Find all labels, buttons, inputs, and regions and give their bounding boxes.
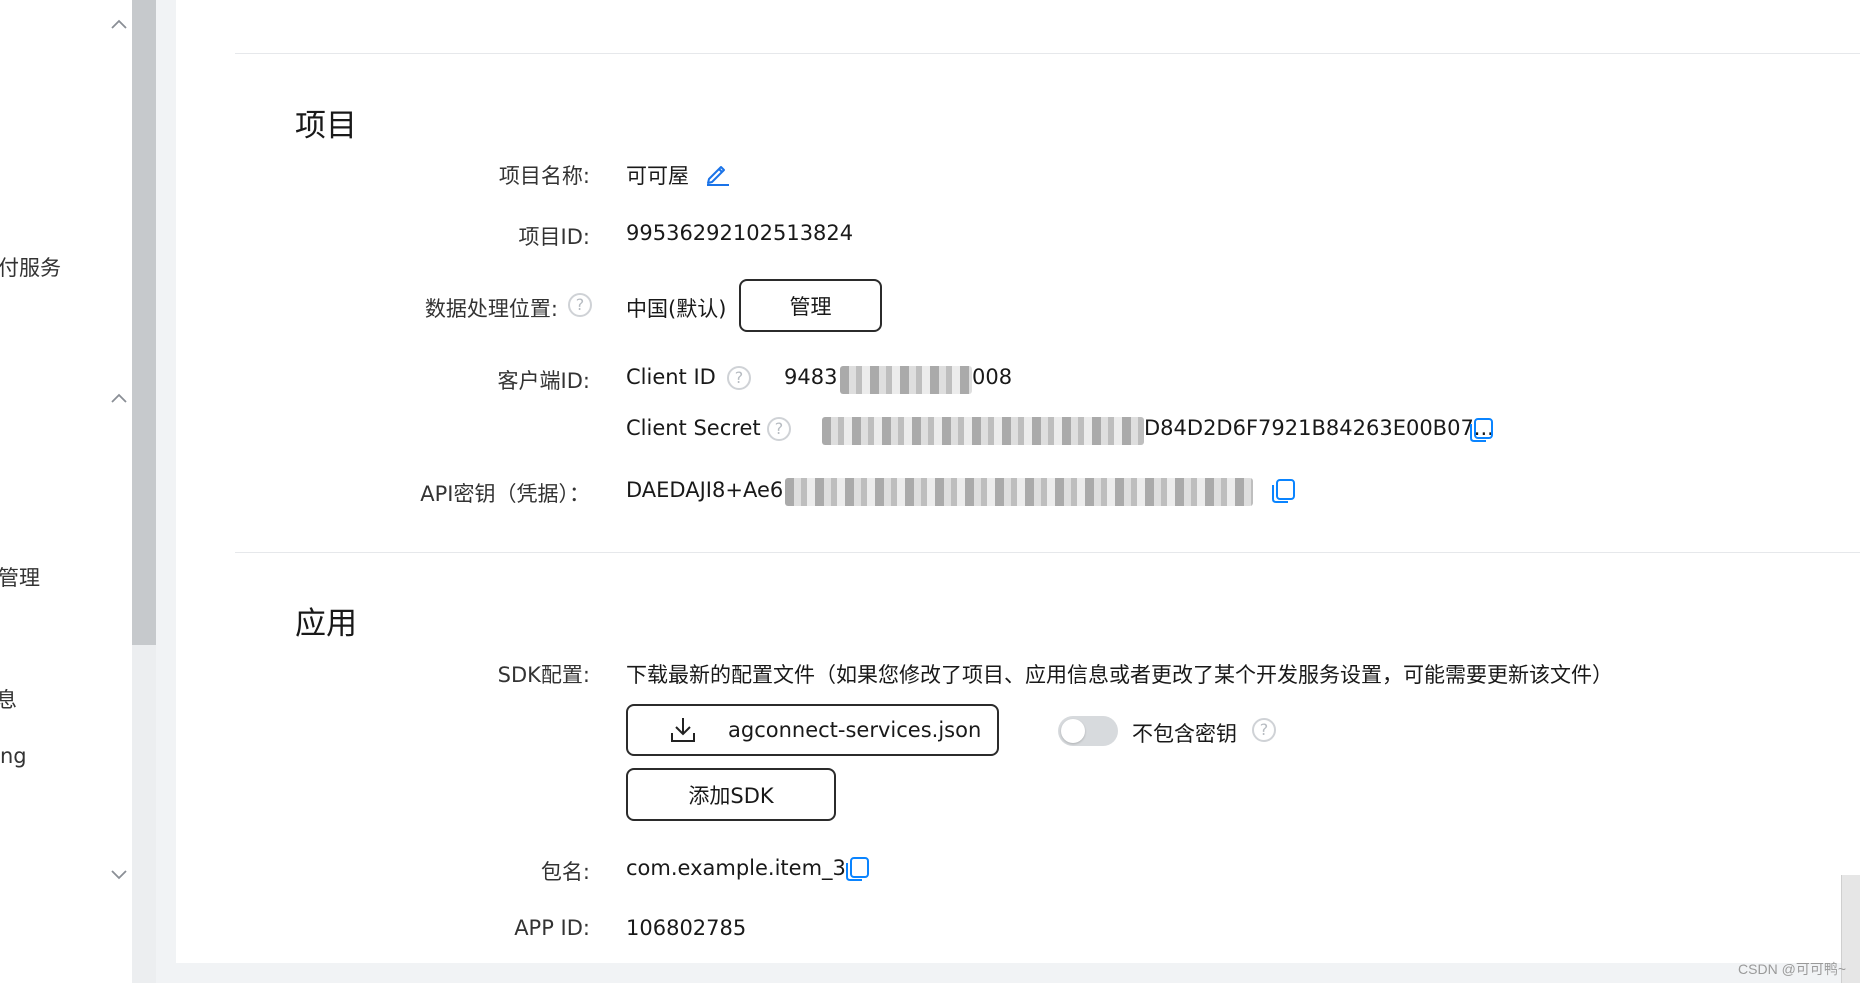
help-icon[interactable]: ? — [568, 293, 592, 317]
sidebar-item-ng[interactable]: ng — [0, 744, 27, 768]
section-title-app: 应用 — [295, 606, 357, 642]
data-location-label: 数据处理位置: — [424, 297, 558, 321]
sdk-config-label: SDK配置: — [497, 663, 590, 687]
download-icon — [668, 715, 698, 745]
help-icon[interactable]: ? — [767, 417, 791, 441]
download-config-button[interactable]: agconnect-services.json — [626, 704, 999, 756]
copy-icon[interactable] — [1466, 414, 1496, 444]
api-key-label: API密钥（凭据）： — [420, 482, 590, 506]
sidebar-item-service[interactable]: 付服务 — [0, 252, 61, 282]
divider — [235, 552, 1860, 553]
redacted-block — [822, 417, 1144, 445]
data-location-value: 中国(默认) — [626, 297, 727, 321]
download-button-label: agconnect-services.json — [728, 718, 982, 742]
client-id-value-start: 9483 — [784, 365, 838, 389]
client-secret-value-end: D84D2D6F7921B84263E00B07... — [1144, 416, 1494, 440]
project-id-value: 99536292102513824 — [626, 221, 854, 245]
client-id-key: Client ID — [626, 365, 716, 389]
project-id-label: 项目ID: — [518, 225, 590, 249]
client-id-label: 客户端ID: — [497, 369, 590, 393]
add-sdk-button[interactable]: 添加SDK — [626, 768, 836, 821]
client-secret-key: Client Secret — [626, 416, 761, 440]
sidebar-item-manage[interactable]: 管理 — [0, 562, 40, 592]
exclude-secret-toggle[interactable] — [1058, 716, 1118, 746]
edit-icon[interactable] — [704, 160, 730, 186]
watermark: CSDN @可可鸭~ — [1738, 961, 1846, 977]
chevron-up-icon[interactable] — [110, 18, 128, 32]
package-name-value: com.example.item_3 — [626, 856, 846, 880]
project-name-label: 项目名称: — [498, 164, 590, 188]
client-id-value-end: 008 — [972, 365, 1013, 389]
project-name-value: 可可屋 — [626, 164, 689, 188]
manage-button[interactable]: 管理 — [739, 279, 882, 332]
package-name-label: 包名: — [540, 860, 590, 884]
api-key-value-start: DAEDAJI8+Ae6 — [626, 478, 784, 502]
help-icon[interactable]: ? — [1252, 718, 1276, 742]
redacted-block — [785, 478, 1253, 506]
divider — [235, 53, 1860, 54]
toggle-knob — [1061, 719, 1085, 743]
bottom-gap — [156, 963, 1860, 983]
copy-icon[interactable] — [842, 853, 872, 883]
copy-icon[interactable] — [1268, 475, 1298, 505]
section-title-project: 项目 — [295, 108, 357, 144]
exclude-secret-label: 不包含密钥 — [1132, 722, 1237, 746]
sdk-config-description: 下载最新的配置文件（如果您修改了项目、应用信息或者更改了某个开发服务设置，可能需… — [626, 663, 1613, 687]
redacted-block — [840, 366, 972, 394]
app-id-label: APP ID: — [514, 916, 590, 940]
app-id-value: 106802785 — [626, 916, 747, 940]
help-icon[interactable]: ? — [727, 366, 751, 390]
